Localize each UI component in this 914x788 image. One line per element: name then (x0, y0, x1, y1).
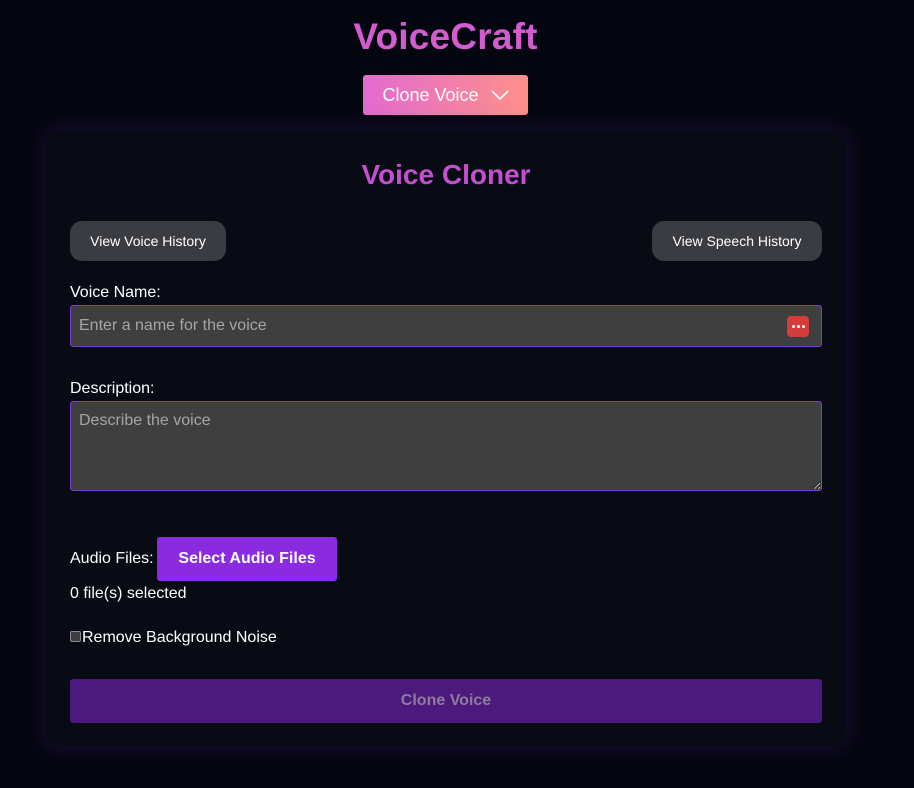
mode-dropdown-label: Clone Voice (382, 84, 479, 105)
app-root: VoiceCraft Clone Voice Voice Cloner View… (0, 0, 914, 788)
chevron-down-icon (490, 90, 509, 100)
voice-cloner-card: Voice Cloner View Voice History View Spe… (46, 131, 846, 746)
app-title: VoiceCraft (353, 16, 538, 57)
view-speech-history-button[interactable]: View Speech History (652, 221, 822, 261)
clone-voice-button[interactable]: Clone Voice (70, 679, 822, 723)
files-selected-status: 0 file(s) selected (70, 585, 187, 602)
remove-noise-label[interactable]: Remove Background Noise (82, 629, 277, 647)
audio-files-label: Audio Files: (70, 550, 154, 567)
password-manager-icon[interactable] (787, 316, 809, 337)
voice-name-input[interactable] (70, 305, 822, 347)
view-voice-history-button[interactable]: View Voice History (70, 221, 226, 261)
description-textarea[interactable] (70, 401, 822, 491)
select-audio-files-button[interactable]: Select Audio Files (157, 537, 337, 581)
voice-name-label: Voice Name: (70, 284, 161, 301)
remove-noise-row[interactable]: Remove Background Noise (70, 629, 277, 647)
card-title: Voice Cloner (361, 159, 531, 190)
remove-noise-checkbox[interactable] (70, 630, 81, 642)
description-label: Description: (70, 380, 155, 397)
mode-dropdown[interactable]: Clone Voice (363, 75, 528, 115)
